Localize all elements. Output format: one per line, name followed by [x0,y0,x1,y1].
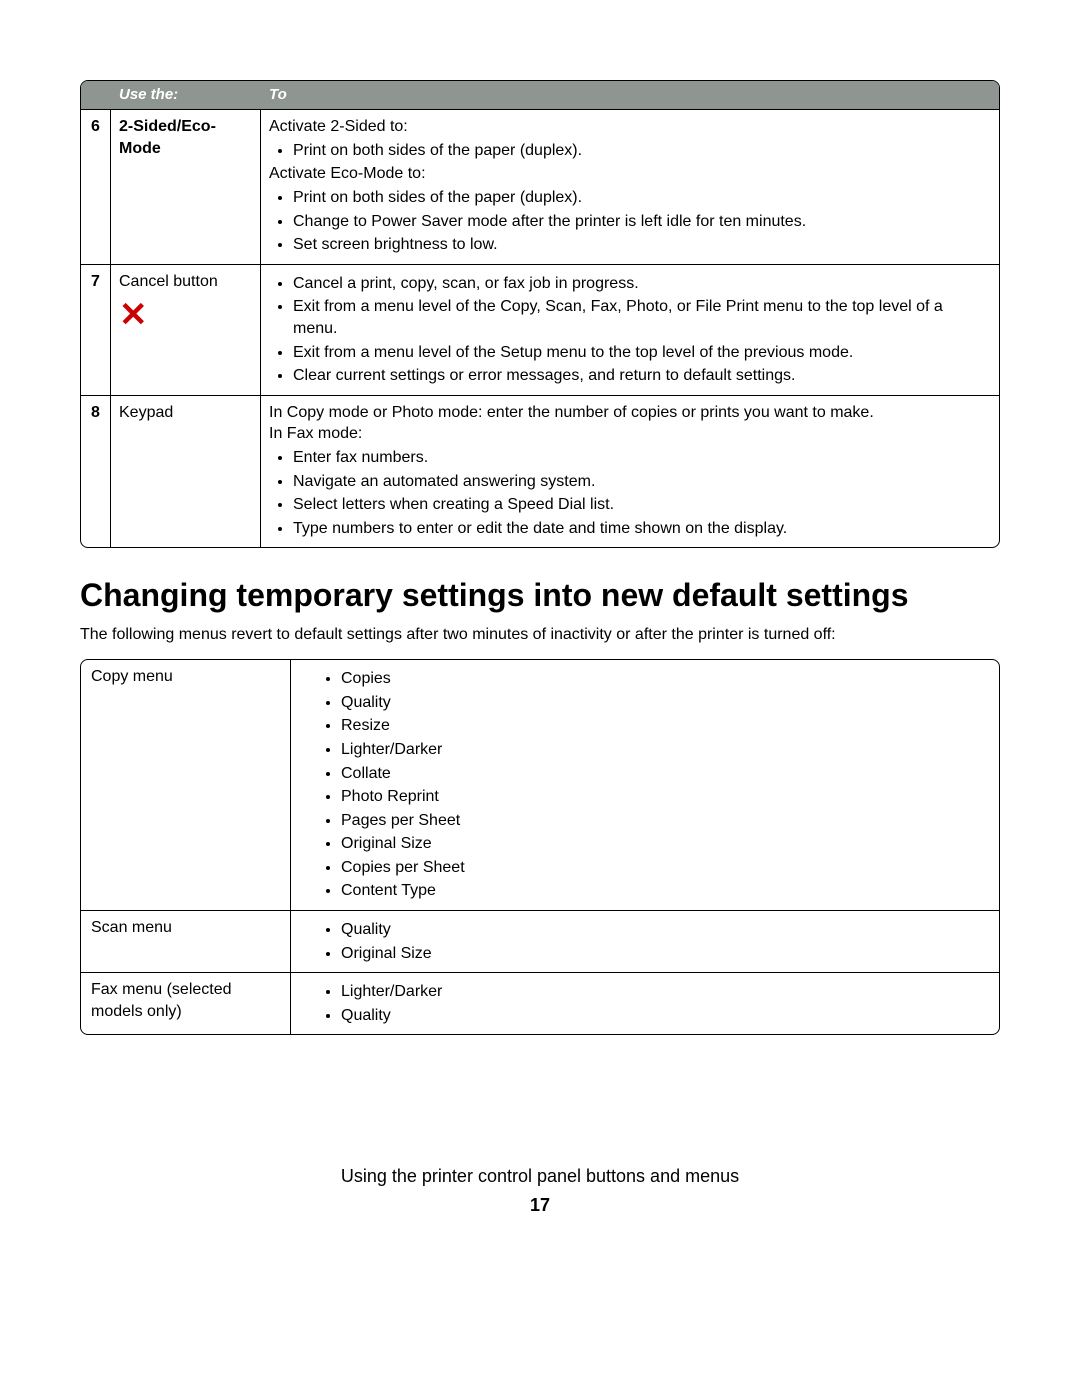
bullet-item: Clear current settings or error messages… [293,365,991,387]
bullet-item: Cancel a print, copy, scan, or fax job i… [293,273,991,295]
to-line: Activate Eco-Mode to: [269,163,991,185]
menu-name: Copy menu [81,660,291,910]
row-use: 2-Sided/Eco-Mode [111,109,261,264]
use-label: Cancel button [119,271,252,293]
menu-items: Quality Original Size [291,910,999,972]
bullet-item: Exit from a menu level of the Copy, Scan… [293,296,991,339]
menu-name: Scan menu [81,910,291,972]
row-number: 8 [81,395,111,548]
table-row: Copy menu Copies Quality Resize Lighter/… [81,660,999,910]
bullet-item: Content Type [341,880,989,902]
row-to: Activate 2-Sided to: Print on both sides… [261,109,999,264]
to-line: In Fax mode: [269,423,991,445]
bullet-item: Collate [341,763,989,785]
bullet-item: Lighter/Darker [341,981,989,1003]
menu-items: Copies Quality Resize Lighter/Darker Col… [291,660,999,910]
menu-items: Lighter/Darker Quality [291,972,999,1034]
document-page: Use the: To 6 2-Sided/Eco-Mode Activate … [0,0,1080,1397]
bullet-item: Print on both sides of the paper (duplex… [293,140,991,162]
row-to: Cancel a print, copy, scan, or fax job i… [261,264,999,395]
default-settings-table: Copy menu Copies Quality Resize Lighter/… [80,659,1000,1035]
bullet-item: Resize [341,715,989,737]
bullet-item: Enter fax numbers. [293,447,991,469]
bullet-item: Exit from a menu level of the Setup menu… [293,342,991,364]
page-number: 17 [0,1193,1080,1217]
bullet-list: Enter fax numbers. Navigate an automated… [269,447,991,539]
header-blank [81,81,111,109]
row-to: In Copy mode or Photo mode: enter the nu… [261,395,999,548]
bullet-item: Pages per Sheet [341,810,989,832]
header-to: To [261,81,999,109]
bullet-item: Set screen brightness to low. [293,234,991,256]
header-use: Use the: [111,81,261,109]
cancel-icon: ✕ [119,298,252,332]
to-line: Activate 2-Sided to: [269,116,991,138]
bullet-item: Copies [341,668,989,690]
row-number: 7 [81,264,111,395]
bullet-item: Original Size [341,833,989,855]
use-label: Keypad [119,402,252,424]
section-intro: The following menus revert to default se… [80,624,1000,646]
bullet-item: Copies per Sheet [341,857,989,879]
bullet-item: Type numbers to enter or edit the date a… [293,518,991,540]
bullet-item: Lighter/Darker [341,739,989,761]
page-footer: Using the printer control panel buttons … [0,1164,1080,1217]
row-use: Cancel button ✕ [111,264,261,395]
bullet-item: Quality [341,919,989,941]
use-label: 2-Sided/Eco-Mode [119,118,216,157]
menu-name: Fax menu (selected models only) [81,972,291,1034]
bullet-list: Print on both sides of the paper (duplex… [269,187,991,256]
section-heading: Changing temporary settings into new def… [80,578,1000,613]
row-number: 6 [81,109,111,264]
table-row: 7 Cancel button ✕ Cancel a print, copy, … [81,264,999,395]
to-line: In Copy mode or Photo mode: enter the nu… [269,402,991,424]
table-row: 6 2-Sided/Eco-Mode Activate 2-Sided to: … [81,109,999,264]
table-row: Fax menu (selected models only) Lighter/… [81,972,999,1034]
bullet-item: Change to Power Saver mode after the pri… [293,211,991,233]
row-use: Keypad [111,395,261,548]
table-row: 8 Keypad In Copy mode or Photo mode: ent… [81,395,999,548]
table-row: Scan menu Quality Original Size [81,910,999,972]
control-panel-table: Use the: To 6 2-Sided/Eco-Mode Activate … [80,80,1000,548]
bullet-list: Cancel a print, copy, scan, or fax job i… [269,273,991,387]
bullet-item: Photo Reprint [341,786,989,808]
bullet-item: Quality [341,692,989,714]
bullet-list: Print on both sides of the paper (duplex… [269,140,991,162]
footer-title: Using the printer control panel buttons … [0,1164,1080,1188]
bullet-item: Original Size [341,943,989,965]
bullet-list: Copies Quality Resize Lighter/Darker Col… [323,668,989,902]
bullet-list: Lighter/Darker Quality [323,981,989,1026]
bullet-item: Quality [341,1005,989,1027]
bullet-item: Navigate an automated answering system. [293,471,991,493]
bullet-list: Quality Original Size [323,919,989,964]
bullet-item: Print on both sides of the paper (duplex… [293,187,991,209]
bullet-item: Select letters when creating a Speed Dia… [293,494,991,516]
